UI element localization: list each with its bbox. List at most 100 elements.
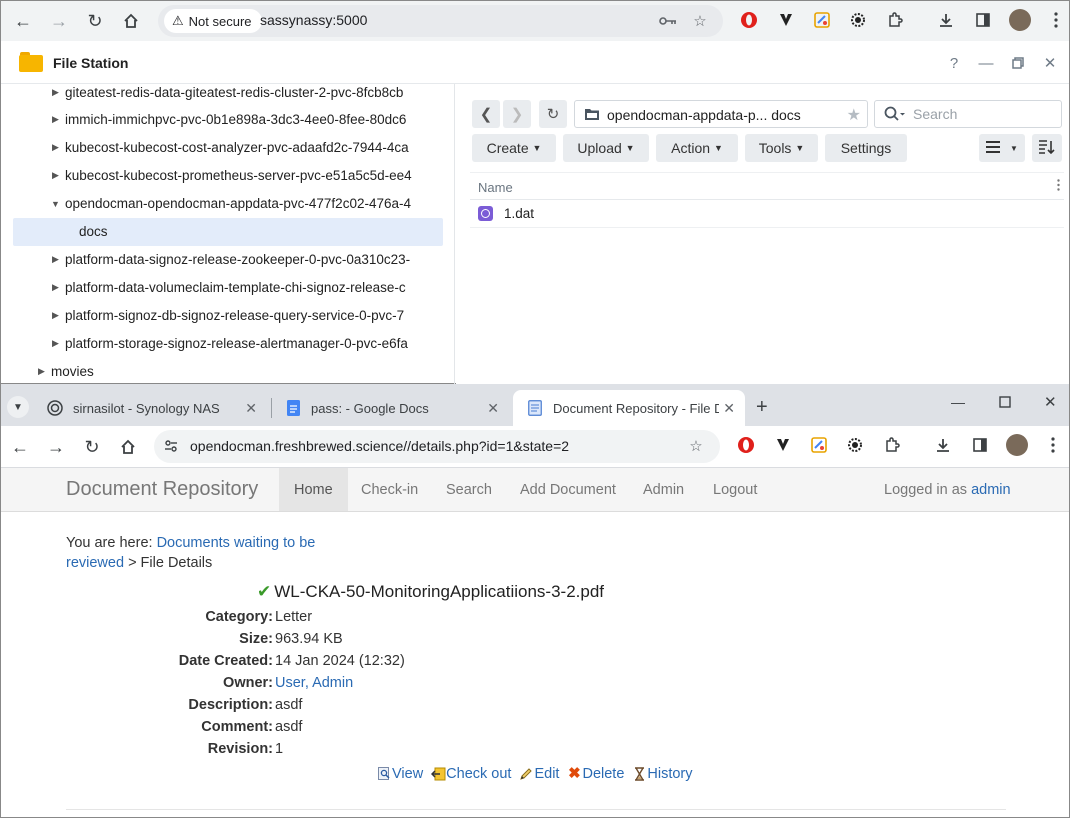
check-out-link[interactable]: Check out <box>431 766 511 782</box>
tree-item[interactable]: ▶ platform-storage-signoz-release-alertma… <box>1 330 454 358</box>
tab-search-icon[interactable]: ▼ <box>7 396 29 418</box>
side-panel-icon[interactable] <box>973 10 993 30</box>
gear-extension-icon[interactable] <box>845 435 865 455</box>
site-settings-icon[interactable] <box>164 439 178 456</box>
colorful-extension-icon[interactable] <box>809 435 829 455</box>
chevron-right-icon[interactable]: ▶ <box>52 170 59 181</box>
tree-item[interactable]: ▶ platform-data-volumeclaim-template-chi-… <box>1 274 454 302</box>
owner-link[interactable]: User, Admin <box>275 675 353 691</box>
forward-icon[interactable]: → <box>42 433 70 461</box>
restore-icon[interactable] <box>1008 53 1028 73</box>
bookmark-star-icon[interactable]: ☆ <box>686 436 706 456</box>
tools-button[interactable]: Tools ▼ <box>745 134 818 162</box>
forward-icon[interactable]: → <box>45 7 73 35</box>
action-button[interactable]: Action ▼ <box>656 134 738 162</box>
logged-user-link[interactable]: admin <box>971 482 1011 498</box>
bookmark-star-icon[interactable]: ☆ <box>690 11 710 31</box>
chevron-down-icon[interactable]: ▼ <box>51 199 60 209</box>
upload-button[interactable]: Upload ▼ <box>563 134 649 162</box>
sort-button[interactable] <box>1032 134 1062 162</box>
close-tab-icon[interactable]: ✕ <box>245 400 257 417</box>
search-icon[interactable] <box>884 106 906 125</box>
home-icon[interactable] <box>114 433 142 461</box>
history-link[interactable]: History <box>632 766 693 782</box>
opera-icon[interactable] <box>736 435 756 455</box>
brand-title[interactable]: Document Repository <box>66 478 258 501</box>
gear-extension-icon[interactable] <box>848 10 868 30</box>
address-bar[interactable]: ⚠ Not secure sassynassy:5000 ☆ <box>158 5 723 37</box>
tree-item[interactable]: ▶ immich-immichpvc-pvc-0b1e898a-3dc3-4ee0… <box>1 106 454 134</box>
chevron-right-icon[interactable]: ▶ <box>52 282 59 293</box>
chevron-right-icon[interactable]: ▶ <box>38 366 45 377</box>
colorful-extension-icon[interactable] <box>812 10 832 30</box>
chevron-right-icon[interactable]: ▶ <box>52 142 59 153</box>
tree-item-expanded[interactable]: ▼ opendocman-opendocman-appdata-pvc-477f2… <box>1 190 454 218</box>
tree-item-docs[interactable]: docs <box>1 218 454 246</box>
menu-kebab-icon[interactable] <box>1046 10 1066 30</box>
forward-button[interactable]: ❯ <box>503 100 531 128</box>
maximize-icon[interactable] <box>999 396 1011 411</box>
close-tab-icon[interactable]: ✕ <box>487 400 499 417</box>
vivaldi-extension-icon[interactable] <box>773 435 793 455</box>
back-icon[interactable]: ← <box>9 7 37 35</box>
minimize-icon[interactable]: — <box>976 53 996 73</box>
home-icon[interactable] <box>117 7 145 35</box>
key-icon[interactable] <box>658 11 678 31</box>
search-input[interactable] <box>913 105 1053 123</box>
chevron-right-icon[interactable]: ▶ <box>52 114 59 125</box>
nav-search[interactable]: Search <box>431 468 507 511</box>
tree-item-movies[interactable]: ▶ movies <box>1 358 454 384</box>
nav-home[interactable]: Home <box>279 468 348 511</box>
nav-logout[interactable]: Logout <box>698 468 772 511</box>
menu-kebab-icon[interactable] <box>1043 435 1063 455</box>
delete-link[interactable]: ✖ Delete <box>567 766 624 782</box>
view-mode-button[interactable]: ▼ <box>979 134 1025 162</box>
path-bar[interactable]: opendocman-appdata-p... docs ★ <box>574 100 868 128</box>
view-link[interactable]: View <box>377 766 423 782</box>
tree-item[interactable]: ▶ giteatest-redis-data-giteatest-redis-cl… <box>1 84 454 107</box>
close-tab-icon[interactable]: ✕ <box>723 400 735 417</box>
extensions-puzzle-icon[interactable] <box>885 10 905 30</box>
favorite-star-icon[interactable]: ★ <box>847 105 861 125</box>
column-menu-icon[interactable] <box>1057 179 1060 194</box>
edit-link[interactable]: Edit <box>519 766 559 782</box>
nav-admin[interactable]: Admin <box>628 468 699 511</box>
opera-icon[interactable] <box>739 10 759 30</box>
tab-synology[interactable]: sirnasilot - Synology NAS ✕ <box>35 390 267 426</box>
minimize-icon[interactable]: — <box>951 394 965 410</box>
download-icon[interactable] <box>933 435 953 455</box>
profile-avatar[interactable] <box>1009 9 1031 31</box>
vivaldi-extension-icon[interactable] <box>776 10 796 30</box>
download-icon[interactable] <box>936 10 956 30</box>
chevron-right-icon[interactable]: ▶ <box>52 338 59 349</box>
close-icon[interactable]: ✕ <box>1040 53 1060 73</box>
search-box[interactable] <box>874 100 1062 128</box>
tree-item[interactable]: ▶ platform-data-signoz-release-zookeeper-… <box>1 246 454 274</box>
profile-avatar[interactable] <box>1006 434 1028 456</box>
reload-icon[interactable]: ↻ <box>81 7 109 35</box>
tab-google-docs[interactable]: pass: - Google Docs ✕ <box>273 390 509 426</box>
nav-add-document[interactable]: Add Document <box>505 468 631 511</box>
chevron-right-icon[interactable]: ▶ <box>52 310 59 321</box>
chevron-right-icon[interactable]: ▶ <box>52 87 59 98</box>
chevron-right-icon[interactable]: ▶ <box>52 254 59 265</box>
tree-item[interactable]: ▶ platform-signoz-db-signoz-release-query… <box>1 302 454 330</box>
close-window-icon[interactable]: ✕ <box>1044 393 1057 411</box>
back-icon[interactable]: ← <box>6 433 34 461</box>
refresh-button[interactable]: ↻ <box>539 100 567 128</box>
help-icon[interactable]: ? <box>944 53 964 73</box>
extensions-puzzle-icon[interactable] <box>882 435 902 455</box>
side-panel-icon[interactable] <box>970 435 990 455</box>
address-bar[interactable]: opendocman.freshbrewed.science//details.… <box>154 430 720 463</box>
back-button[interactable]: ❮ <box>472 100 500 128</box>
settings-button[interactable]: Settings <box>825 134 907 162</box>
tab-document-repository[interactable]: Document Repository - File Det ✕ <box>513 390 745 426</box>
column-name-header[interactable]: Name <box>478 180 513 195</box>
create-button[interactable]: Create ▼ <box>472 134 556 162</box>
tree-item[interactable]: ▶ kubecost-kubecost-prometheus-server-pvc… <box>1 162 454 190</box>
file-row[interactable]: 1.dat <box>470 200 1064 228</box>
tree-item[interactable]: ▶ kubecost-kubecost-cost-analyzer-pvc-ada… <box>1 134 454 162</box>
not-secure-chip[interactable]: ⚠ Not secure <box>164 9 262 33</box>
reload-icon[interactable]: ↻ <box>78 433 106 461</box>
new-tab-icon[interactable]: + <box>756 396 768 419</box>
